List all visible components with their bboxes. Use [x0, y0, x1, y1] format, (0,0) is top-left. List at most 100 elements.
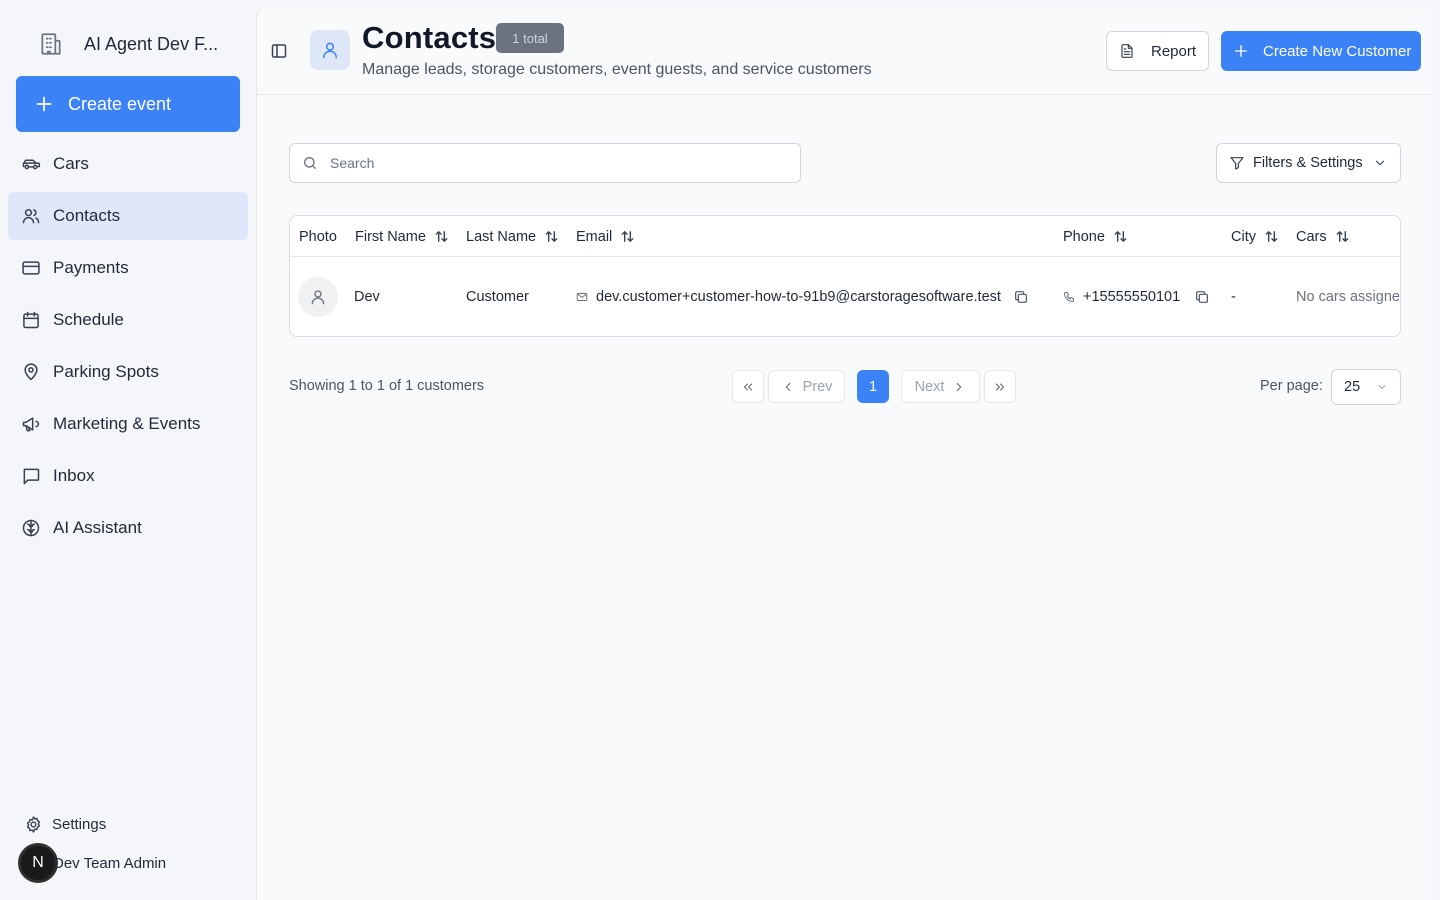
page-button-current[interactable]: 1 [857, 370, 889, 403]
column-header-last-name[interactable]: Last Name [466, 216, 559, 257]
total-badge: 1 total [496, 23, 564, 53]
pagination-summary: Showing 1 to 1 of 1 customers [289, 378, 485, 394]
users-icon [21, 206, 41, 226]
page-header: Contacts 1 total Manage leads, storage c… [257, 8, 1433, 95]
calendar-icon [21, 310, 41, 330]
chevron-down-icon [1376, 381, 1388, 393]
chevron-down-icon [1373, 156, 1387, 170]
sidebar-item-label: Contacts [53, 206, 121, 225]
sidebar-item-label: AI Assistant [53, 518, 142, 537]
copy-email-icon[interactable] [1013, 289, 1029, 305]
create-new-customer-button[interactable]: Create New Customer [1221, 31, 1421, 71]
column-header-cars[interactable]: Cars [1296, 216, 1350, 257]
contacts-table: Photo First Name Last Name Email Phone C… [289, 215, 1401, 337]
column-header-email[interactable]: Email [576, 216, 635, 257]
main-content: Contacts 1 total Manage leads, storage c… [256, 8, 1433, 900]
file-text-icon [1119, 43, 1135, 59]
table-row[interactable]: Dev Customer dev.customer+customer-how-t… [290, 257, 1401, 336]
sort-icon [620, 229, 635, 244]
building-icon [38, 31, 64, 57]
prev-label: Prev [802, 378, 833, 395]
copy-phone-icon[interactable] [1194, 289, 1210, 305]
sidebar-item-label: Cars [53, 154, 89, 173]
cell-email: dev.customer+customer-how-to-91b9@carsto… [576, 257, 1029, 336]
filter-icon [1229, 155, 1245, 171]
cell-cars: No cars assigned [1296, 289, 1401, 305]
next-label: Next [914, 378, 945, 395]
phone-text[interactable]: +15555550101 [1083, 289, 1180, 305]
brain-icon [21, 518, 41, 538]
chevrons-left-icon [741, 380, 755, 394]
sidebar-item-label: Schedule [53, 310, 124, 329]
search-input[interactable] [330, 155, 770, 171]
user-name: Dev Team Admin [53, 854, 167, 872]
sidebar-item-label: Marketing & Events [53, 414, 201, 433]
prev-page-button[interactable]: Prev [768, 370, 845, 403]
chevron-left-icon [781, 380, 795, 394]
sort-icon [1264, 229, 1279, 244]
per-page-select[interactable]: 25 [1331, 369, 1401, 405]
filters-label: Filters & Settings [1253, 155, 1363, 171]
column-label: Cars [1296, 228, 1327, 245]
sidebar-item-label: Inbox [53, 466, 95, 485]
sidebar-item-label: Payments [53, 258, 129, 277]
create-new-customer-label: Create New Customer [1263, 42, 1412, 60]
message-square-icon [21, 466, 41, 486]
column-header-phone[interactable]: Phone [1063, 216, 1128, 257]
per-page-label: Per page: [1260, 378, 1323, 394]
org-switcher[interactable]: AI Agent Dev F... [38, 31, 218, 57]
gear-icon [24, 815, 43, 834]
column-label: Photo [299, 228, 337, 245]
phone-icon [1063, 291, 1075, 303]
column-header-photo: Photo [299, 216, 337, 257]
column-header-city[interactable]: City [1231, 216, 1279, 257]
column-header-first-name[interactable]: First Name [355, 216, 449, 257]
sidebar-item-contacts[interactable]: Contacts [8, 192, 248, 240]
filters-settings-button[interactable]: Filters & Settings [1216, 143, 1401, 183]
search-icon [302, 155, 318, 171]
column-label: Email [576, 228, 613, 245]
sidebar-nav: Cars Contacts Payments Schedule Parking … [8, 140, 248, 556]
sort-icon [1113, 229, 1128, 244]
sidebar-item-parking-spots[interactable]: Parking Spots [8, 348, 248, 396]
cell-first-name: Dev [354, 289, 380, 305]
cell-city: - [1231, 289, 1236, 305]
cell-phone: +15555550101 [1063, 257, 1210, 336]
sidebar-item-cars[interactable]: Cars [8, 140, 248, 188]
settings-label: Settings [52, 815, 107, 833]
table-header: Photo First Name Last Name Email Phone C… [290, 216, 1400, 257]
column-label: Last Name [466, 228, 537, 245]
sidebar-item-ai-assistant[interactable]: AI Assistant [8, 504, 248, 552]
user-placeholder-icon [298, 277, 338, 317]
column-label: First Name [355, 228, 426, 245]
sidebar-toggle-icon[interactable] [271, 43, 287, 59]
chevrons-right-icon [993, 380, 1007, 394]
sidebar-item-payments[interactable]: Payments [8, 244, 248, 292]
avatar: N [18, 843, 58, 883]
sort-icon [544, 229, 559, 244]
email-text[interactable]: dev.customer+customer-how-to-91b9@carsto… [596, 289, 1001, 305]
sidebar-item-schedule[interactable]: Schedule [8, 296, 248, 344]
sidebar-item-inbox[interactable]: Inbox [8, 452, 248, 500]
report-button[interactable]: Report [1106, 31, 1209, 71]
mail-icon [576, 291, 588, 303]
cell-last-name: Customer [466, 289, 529, 305]
cell-photo [298, 257, 338, 336]
settings-link[interactable]: Settings [24, 813, 106, 835]
last-page-button[interactable] [984, 370, 1016, 403]
user-menu[interactable]: N Dev Team Admin [18, 843, 166, 883]
sort-icon [1335, 229, 1350, 244]
sort-icon [434, 229, 449, 244]
next-page-button[interactable]: Next [901, 370, 980, 403]
map-pin-icon [21, 362, 41, 382]
plus-icon [1233, 43, 1249, 59]
first-page-button[interactable] [732, 370, 764, 403]
sidebar: AI Agent Dev F... Create event Cars Cont… [0, 0, 256, 900]
credit-card-icon [21, 258, 41, 278]
car-icon [21, 154, 41, 174]
megaphone-icon [21, 414, 41, 434]
plus-icon [34, 94, 54, 114]
create-event-button[interactable]: Create event [16, 76, 240, 132]
sidebar-item-marketing-events[interactable]: Marketing & Events [8, 400, 248, 448]
column-label: Phone [1063, 228, 1105, 245]
